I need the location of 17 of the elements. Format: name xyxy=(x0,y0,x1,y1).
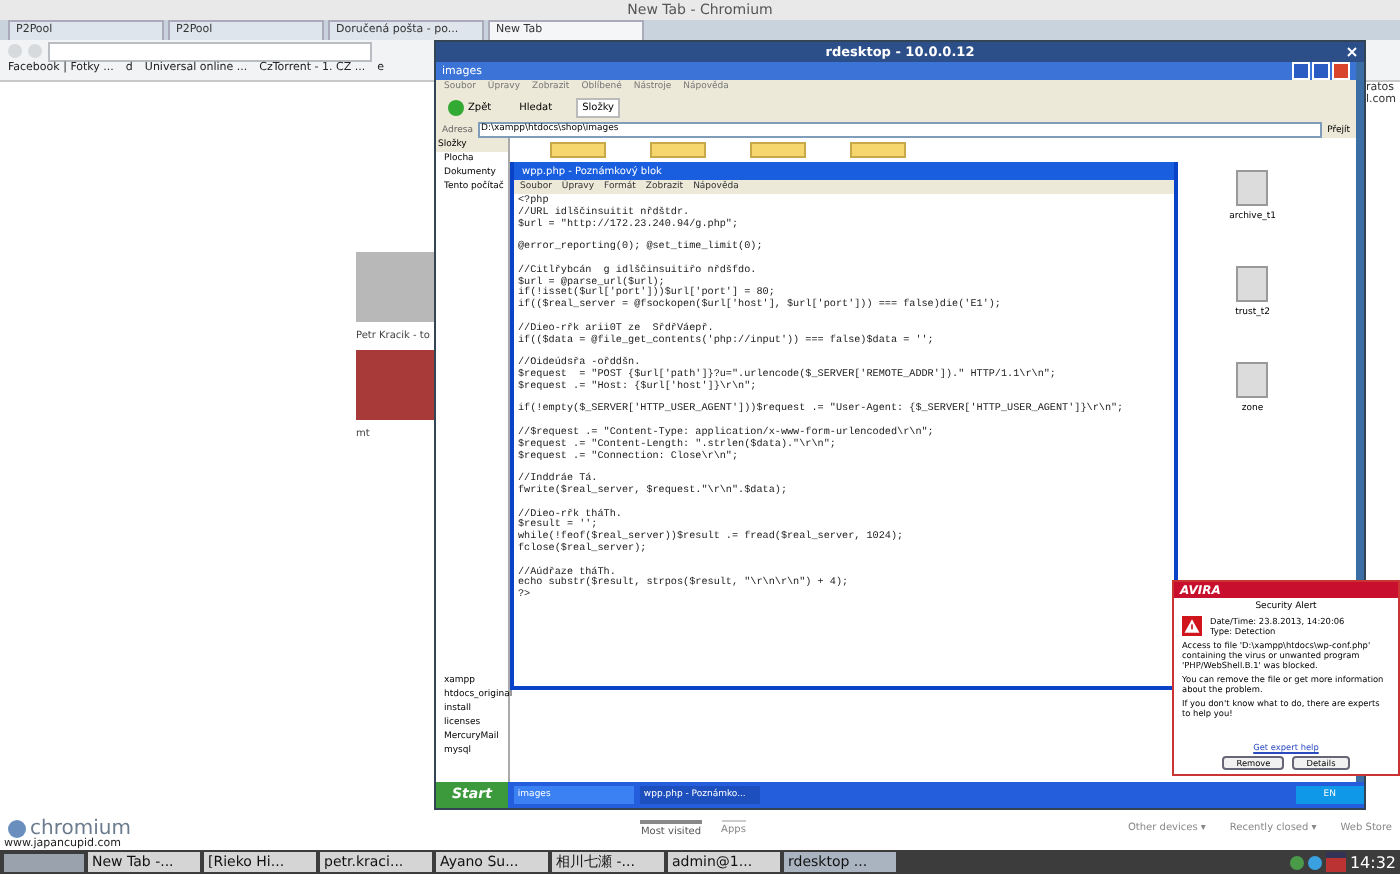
clock-text: 14:32 xyxy=(1349,853,1396,871)
folder-icon[interactable] xyxy=(850,142,906,158)
address-field[interactable] xyxy=(48,41,372,61)
flag-icon[interactable] xyxy=(1325,852,1346,872)
folder-icon[interactable] xyxy=(650,142,706,158)
close-icon[interactable] xyxy=(1332,62,1350,80)
file-icon[interactable] xyxy=(1236,170,1269,206)
photo-placeholder xyxy=(356,252,436,322)
logo-icon xyxy=(8,819,26,837)
folder-icon[interactable] xyxy=(750,142,806,158)
folder-icon[interactable] xyxy=(550,142,606,158)
file-icon[interactable] xyxy=(1236,362,1269,398)
file-icon[interactable] xyxy=(1236,266,1269,302)
close-icon[interactable] xyxy=(1346,46,1358,58)
warning-icon xyxy=(1182,616,1202,636)
logo-text: chromium xyxy=(30,817,131,839)
photo-placeholder xyxy=(356,350,436,420)
